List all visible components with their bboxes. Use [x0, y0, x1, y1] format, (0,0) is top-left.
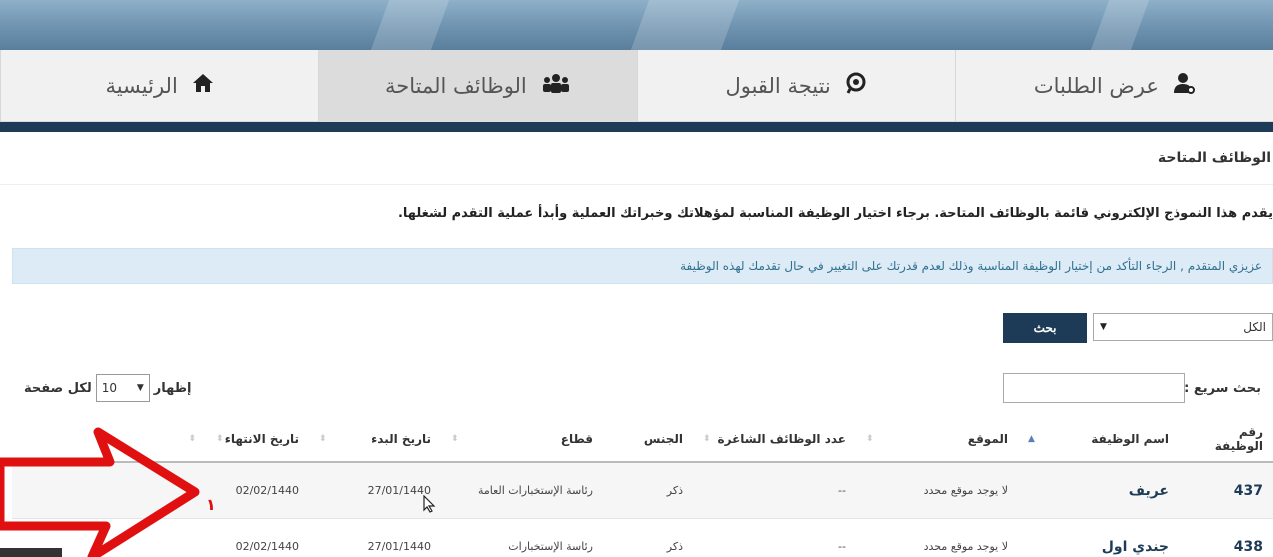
column-header-spacer: ⬍	[12, 415, 206, 462]
main-nav: الرئيسية الوظائف المتاحة نتيجة القبول عر…	[0, 50, 1273, 122]
column-header-end-date[interactable]: تاريخ الانتهاء ⬍	[206, 415, 309, 462]
job-sector: رئاسة الإستخبارات العامة	[477, 483, 593, 497]
banner-streak	[630, 0, 740, 50]
page-size-select[interactable]: 10 ▼	[95, 374, 150, 402]
column-header-job-name[interactable]: اسم الوظيفة ▲	[1018, 415, 1179, 462]
nav-item-label: الوظائف المتاحة	[384, 74, 527, 98]
jobs-table: رقم الوظيفة اسم الوظيفة ▲ الموقع ⬍ عدد الو…	[12, 416, 1273, 557]
job-gender: ذكر	[666, 540, 683, 553]
filter-select[interactable]: الكل ▼	[1093, 313, 1273, 341]
sort-icon: ⬍	[451, 433, 459, 444]
users-icon	[541, 73, 571, 99]
job-end-date: 02/02/1440	[235, 484, 299, 497]
column-header-start-date[interactable]: تاريخ البدء ⬍	[309, 415, 441, 462]
annotation-mark: ١	[206, 495, 216, 514]
job-gender: ذكر	[666, 484, 683, 497]
sort-icon: ⬍	[216, 433, 224, 444]
header-banner	[0, 0, 1273, 50]
filter-selected-value: الكل	[1243, 320, 1266, 334]
info-notice: عزيزي المتقدم , الرجاء التأكد من إختيار …	[12, 248, 1273, 284]
column-header-vacancies[interactable]: عدد الوظائف الشاغرة ⬍	[693, 415, 856, 462]
table-row[interactable]: 437 عريف لا يوجد موقع محدد -- ذكر رئاسة …	[12, 463, 1273, 519]
nav-item-label: عرض الطلبات	[1033, 74, 1159, 98]
sort-icon: ⬍	[703, 433, 711, 444]
job-start-date: 27/01/1440	[367, 484, 431, 497]
divider	[0, 184, 1273, 185]
page-intro: يقدم هذا النموذج الإلكتروني قائمة بالوظا…	[397, 206, 1273, 221]
nav-item-label: الرئيسية	[105, 74, 178, 98]
nav-item-home[interactable]: الرئيسية	[0, 50, 318, 122]
show-label: إظهار	[153, 380, 192, 396]
job-id: 438	[1233, 538, 1263, 555]
home-icon	[192, 73, 214, 99]
nav-item-label: نتيجة القبول	[725, 74, 831, 98]
sort-icon: ⬍	[319, 433, 327, 444]
sort-asc-icon: ▲	[1028, 433, 1035, 444]
notice-text: عزيزي المتقدم , الرجاء التأكد من إختيار …	[680, 259, 1262, 273]
banner-streak	[1090, 0, 1150, 50]
quick-search-input[interactable]	[1003, 373, 1185, 403]
nav-underline-bar	[0, 122, 1273, 132]
job-sector: رئاسة الإستخبارات	[508, 539, 593, 553]
sort-icon: ⬍	[866, 433, 874, 444]
page-size-value: 10	[101, 381, 118, 395]
search-button[interactable]: بحث	[1003, 313, 1087, 343]
nav-item-available-jobs[interactable]: الوظائف المتاحة	[318, 50, 637, 122]
job-id: 437	[1233, 482, 1263, 499]
job-start-date: 27/01/1440	[367, 540, 431, 553]
table-header: رقم الوظيفة اسم الوظيفة ▲ الموقع ⬍ عدد الو…	[12, 416, 1273, 463]
page-size-control: إظهار 10 ▼ لكل صفحة	[24, 373, 191, 403]
user-settings-icon	[1173, 72, 1195, 100]
quick-search-label: بحث سريع :	[1184, 381, 1261, 396]
chevron-down-icon: ▼	[136, 383, 144, 393]
job-name-link[interactable]: جندي اول	[1018, 519, 1179, 557]
video-overlay-strip	[0, 548, 62, 557]
column-header-sector[interactable]: قطاع ⬍	[441, 415, 603, 462]
table-row[interactable]: 438 جندي اول لا يوجد موقع محدد -- ذكر رئ…	[12, 519, 1273, 557]
job-vacancies: --	[838, 540, 846, 553]
job-location: لا يوجد موقع محدد	[923, 540, 1008, 553]
row-spacer	[12, 463, 206, 519]
job-name-link[interactable]: عريف	[1018, 463, 1179, 519]
job-location: لا يوجد موقع محدد	[923, 484, 1008, 497]
per-page-label: لكل صفحة	[24, 380, 92, 396]
column-header-gender[interactable]: الجنس	[603, 415, 693, 462]
search-icon	[845, 72, 867, 100]
banner-streak	[370, 0, 450, 50]
job-vacancies: --	[838, 484, 846, 497]
column-header-location[interactable]: الموقع ⬍	[856, 415, 1018, 462]
nav-item-acceptance-result[interactable]: نتيجة القبول	[636, 50, 955, 122]
nav-item-view-requests[interactable]: عرض الطلبات	[954, 50, 1273, 122]
page-title: الوظائف المتاحة	[1157, 150, 1271, 166]
chevron-down-icon: ▼	[1100, 322, 1107, 332]
column-header-job-id[interactable]: رقم الوظيفة	[1179, 415, 1273, 462]
job-end-date: 02/02/1440	[235, 540, 299, 553]
sort-icon: ⬍	[188, 433, 196, 444]
mouse-cursor-icon	[423, 494, 437, 517]
